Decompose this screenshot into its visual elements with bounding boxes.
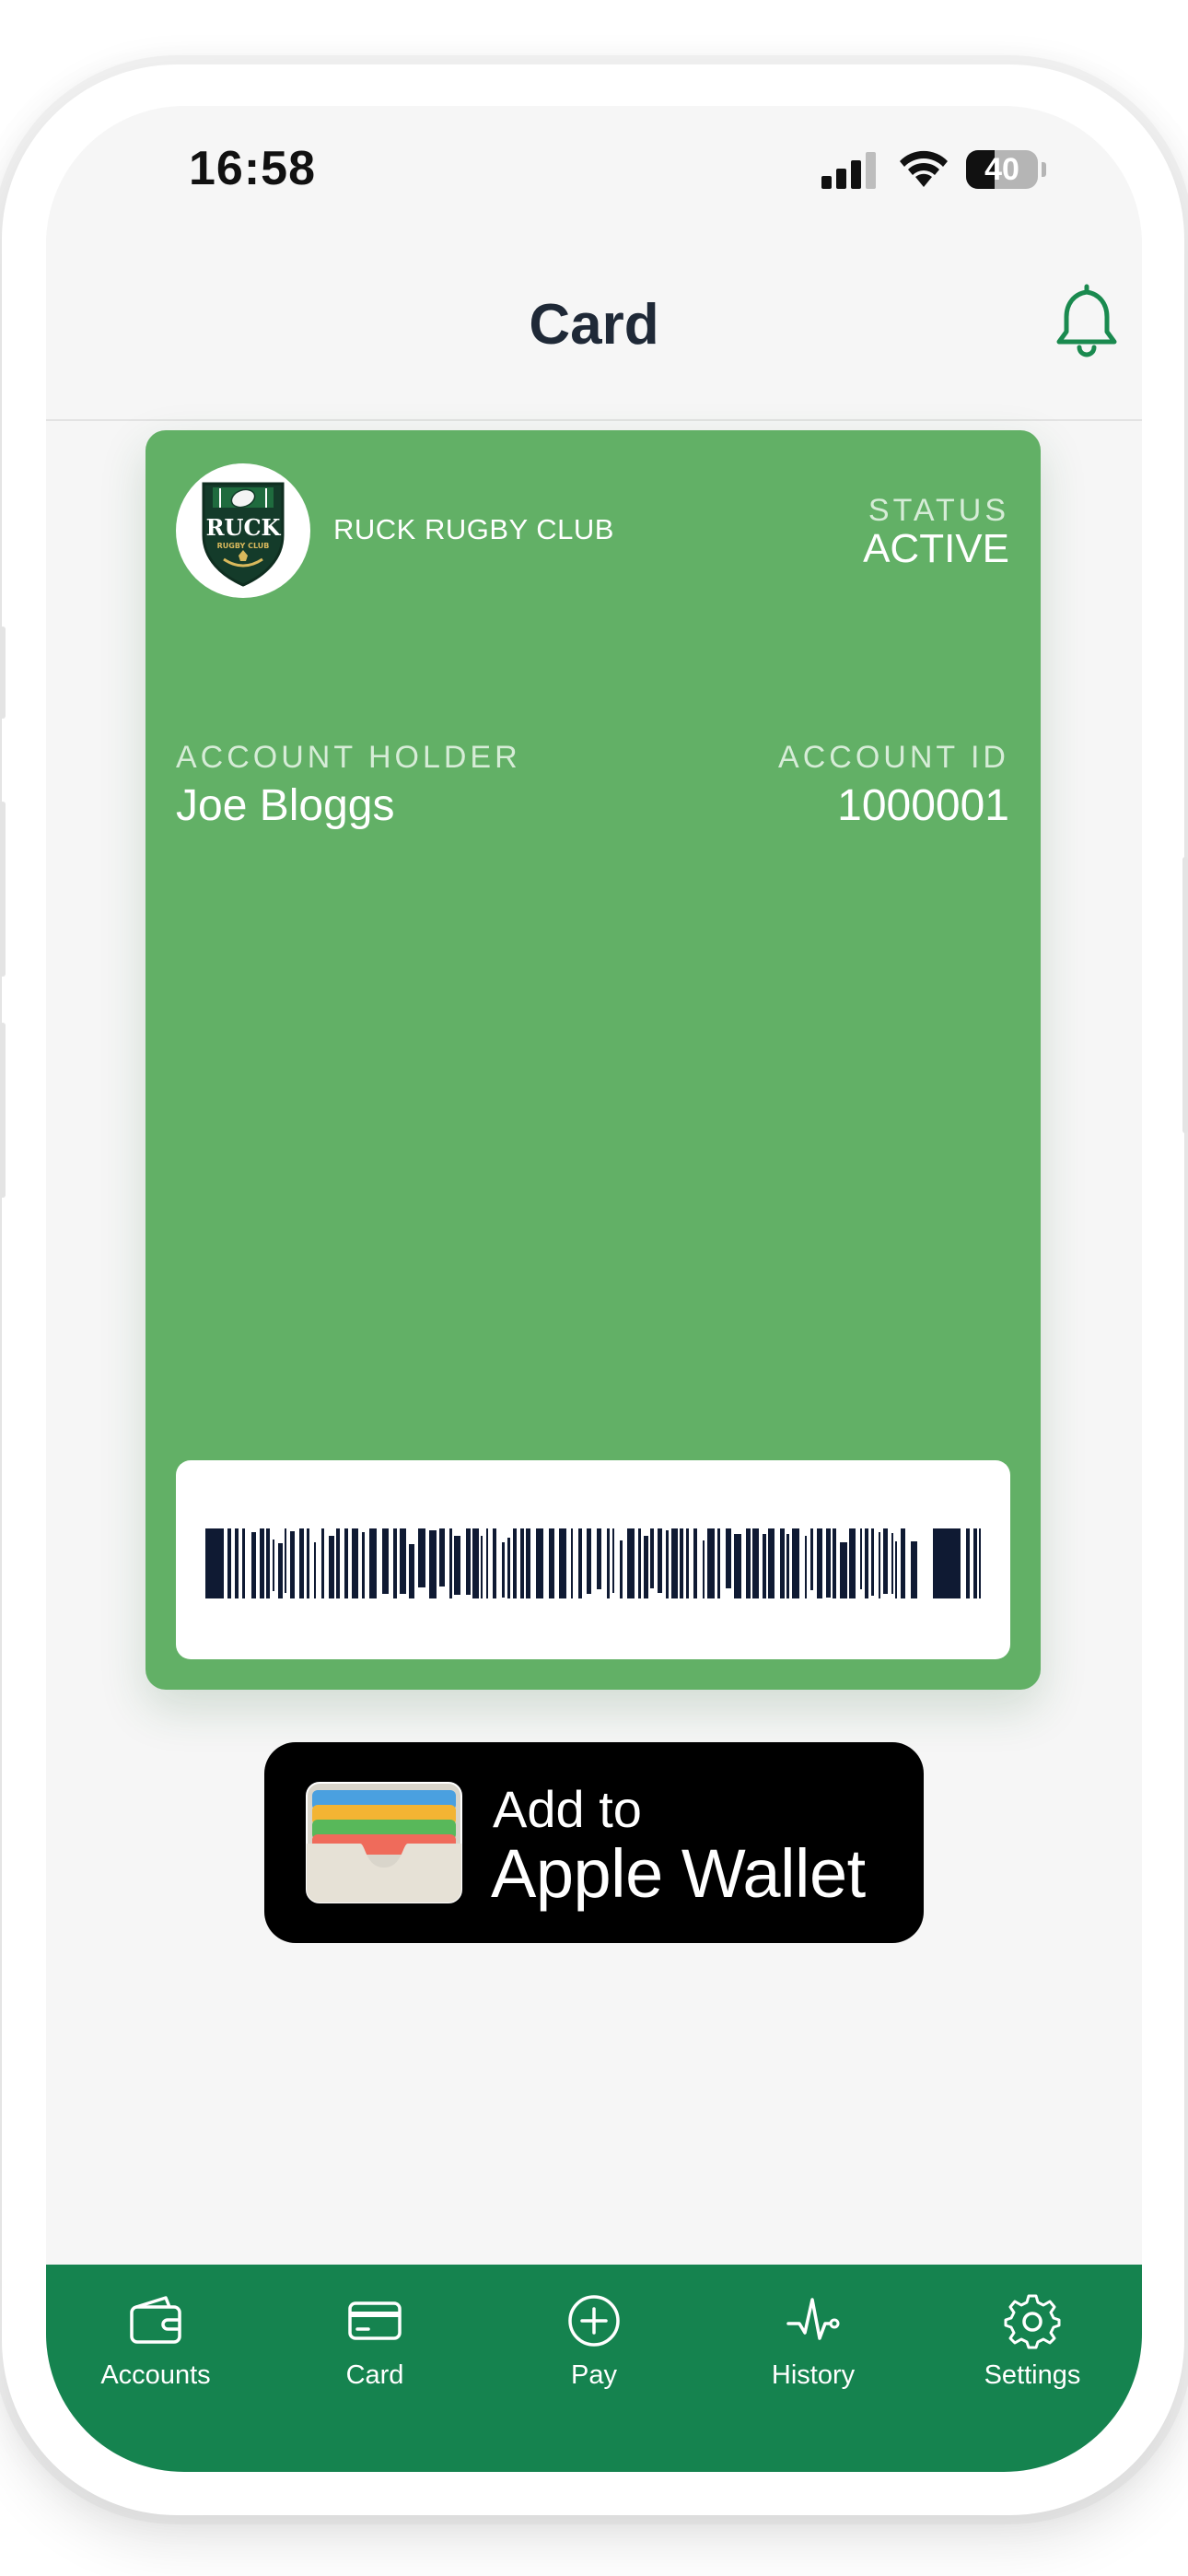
apple-wallet-icon: [306, 1782, 462, 1903]
phone-side-button: [1182, 857, 1188, 1133]
status-value: ACTIVE: [863, 526, 1009, 571]
status-time: 16:58: [189, 142, 316, 195]
tab-label: Accounts: [100, 2360, 211, 2390]
status-bar: 16:58 40: [46, 106, 1142, 235]
tab-history[interactable]: History: [704, 2287, 923, 2425]
barcode-panel: [176, 1460, 1010, 1659]
wallet-icon: [130, 2296, 181, 2344]
app-screen: 16:58 40 Card RUCK RUGBY CLUB RUCK RUGBY…: [46, 106, 1142, 2472]
page-title: Card: [529, 293, 659, 357]
club-logo-subtext: RUGBY CLUB: [217, 542, 270, 550]
add-to-apple-wallet-button[interactable]: Add to Apple Wallet: [264, 1742, 924, 1943]
wallet-button-line1: Add to: [493, 1780, 642, 1838]
status-label: STATUS: [868, 493, 1009, 528]
account-holder-label: ACCOUNT HOLDER: [176, 740, 521, 775]
phone-side-button: [0, 1023, 6, 1198]
club-crest-icon: RUCK RUGBY CLUB: [202, 482, 285, 587]
nav-header: Card: [46, 235, 1142, 421]
activity-icon: [786, 2298, 840, 2340]
tab-card[interactable]: Card: [265, 2287, 484, 2425]
tab-label: Card: [345, 2360, 404, 2390]
tab-accounts[interactable]: Accounts: [46, 2287, 265, 2425]
tab-label: History: [771, 2360, 856, 2390]
club-name: RUCK RUGBY CLUB: [333, 513, 614, 545]
tab-pay[interactable]: Pay: [484, 2287, 704, 2425]
tab-label: Pay: [571, 2360, 617, 2390]
club-logo-wordmark: RUCK: [206, 514, 282, 541]
wallet-button-line2: Apple Wallet: [491, 1835, 866, 1912]
phone-side-button: [0, 802, 6, 977]
account-id-value: 1000001: [837, 781, 1009, 830]
barcode: [205, 1528, 981, 1598]
account-holder-value: Joe Bloggs: [176, 781, 395, 830]
club-logo: RUCK RUGBY CLUB: [176, 463, 310, 598]
battery-percentage: 40: [984, 152, 1019, 187]
phone-side-button: [0, 626, 6, 719]
tab-label: Settings: [984, 2360, 1081, 2390]
notification-bell-icon[interactable]: [1050, 281, 1124, 358]
credit-card-icon: [348, 2301, 402, 2340]
bottom-tab-bar: Accounts Card Pay History Settings: [46, 2265, 1142, 2472]
account-id-label: ACCOUNT ID: [778, 740, 1009, 775]
cellular-signal-icon: [821, 152, 877, 189]
membership-card: RUCK RUGBY CLUB RUCK RUGBY CLUB STATUS A…: [146, 430, 1041, 1690]
battery-tip: [1042, 162, 1046, 177]
plus-circle-icon: [568, 2295, 620, 2347]
battery-icon: 40: [966, 150, 1038, 189]
tab-settings[interactable]: Settings: [923, 2287, 1142, 2425]
gear-icon: [1004, 2294, 1061, 2349]
wifi-icon: [900, 150, 948, 187]
